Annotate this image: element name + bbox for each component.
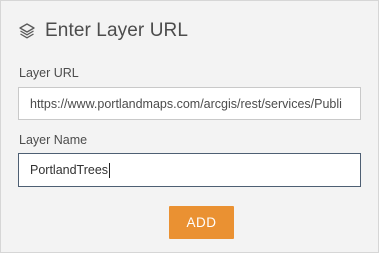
panel-title: Enter Layer URL: [45, 20, 189, 41]
add-button[interactable]: ADD: [169, 206, 234, 239]
layer-name-input[interactable]: PortlandTrees: [18, 153, 361, 187]
layer-url-value: https://www.portlandmaps.com/arcgis/rest…: [30, 96, 342, 111]
layer-url-input[interactable]: https://www.portlandmaps.com/arcgis/rest…: [18, 87, 361, 120]
layer-url-label: Layer URL: [19, 66, 79, 80]
layers-icon: [17, 21, 37, 41]
layer-name-label: Layer Name: [19, 133, 88, 147]
add-layer-panel: Enter Layer URL Layer URL https://www.po…: [0, 0, 379, 253]
text-caret: [109, 162, 111, 178]
panel-header: Enter Layer URL: [17, 18, 188, 44]
layer-name-value: PortlandTrees: [30, 163, 109, 177]
